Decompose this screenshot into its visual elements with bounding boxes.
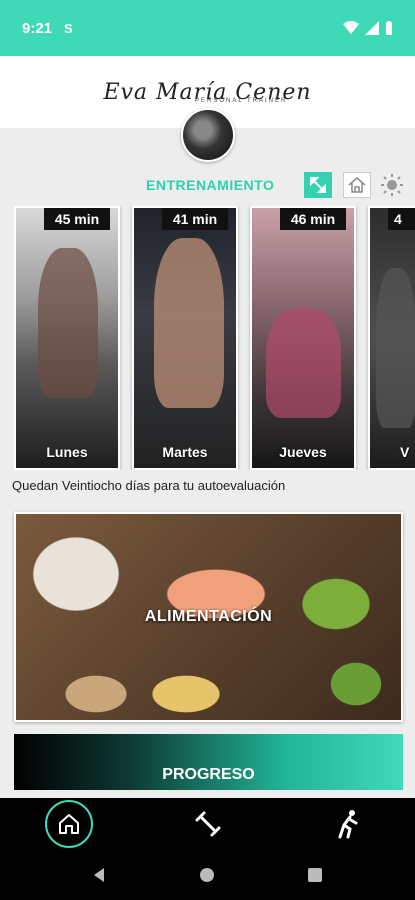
system-navigation <box>0 850 415 900</box>
workout-day: Jueves <box>279 444 327 460</box>
workout-day: Lunes <box>46 444 88 460</box>
progress-label: PROGRESO <box>162 766 255 783</box>
workout-duration: 45 min <box>44 208 110 230</box>
nutrition-label: ALIMENTACIÓN <box>144 608 273 625</box>
profile-avatar[interactable] <box>181 108 235 162</box>
workout-card-friday[interactable]: 4 V <box>368 206 415 470</box>
training-section-header: ENTRENAMIENTO <box>0 172 415 198</box>
home-icon <box>59 814 79 834</box>
workout-duration: 46 min <box>280 208 346 230</box>
bottom-navigation <box>0 798 415 850</box>
workout-duration: 4 <box>388 208 415 230</box>
workout-photo <box>154 238 224 408</box>
evaluation-countdown: Quedan Veintiocho días para tu autoevalu… <box>12 478 286 493</box>
nutrition-card[interactable]: ALIMENTACIÓN <box>14 512 403 722</box>
home-icon <box>348 177 366 193</box>
battery-icon <box>386 21 392 35</box>
status-time: 9:21 <box>22 19 53 37</box>
nav-training[interactable] <box>184 800 232 848</box>
workout-photo <box>38 248 98 398</box>
workout-card-monday[interactable]: 45 min Lunes <box>14 206 120 470</box>
brand-subtitle: PERSONAL TRAINER <box>195 98 288 104</box>
signal-icon <box>365 21 379 35</box>
nav-stretching[interactable] <box>322 800 370 848</box>
progress-card[interactable]: PROGRESO <box>14 734 403 790</box>
workout-day: Martes <box>162 444 208 460</box>
sun-icon <box>381 174 403 196</box>
expand-button[interactable] <box>304 172 332 198</box>
status-indicators <box>343 21 393 35</box>
theme-toggle-button[interactable] <box>378 172 406 198</box>
nav-home[interactable] <box>45 800 93 848</box>
recents-icon[interactable] <box>306 866 324 884</box>
stretch-icon <box>338 810 358 839</box>
workout-photo <box>266 308 341 418</box>
workout-card-tuesday[interactable]: 41 min Martes <box>132 206 238 470</box>
status-bar: 9:21 S <box>0 0 415 56</box>
section-title: ENTRENAMIENTO <box>146 177 275 193</box>
home-circle-icon[interactable] <box>198 866 216 884</box>
back-icon[interactable] <box>90 866 108 884</box>
workout-duration: 41 min <box>162 208 228 230</box>
workout-card-thursday[interactable]: 46 min Jueves <box>250 206 356 470</box>
notification-icon: S <box>64 20 73 36</box>
workout-carousel[interactable]: 45 min Lunes 41 min Martes 46 min Jueves… <box>14 206 415 470</box>
workout-photo <box>376 268 415 428</box>
workout-day: V <box>400 444 410 460</box>
expand-icon <box>310 177 326 193</box>
dumbbell-icon <box>195 811 221 837</box>
home-button[interactable] <box>343 172 371 198</box>
wifi-icon <box>343 21 359 34</box>
